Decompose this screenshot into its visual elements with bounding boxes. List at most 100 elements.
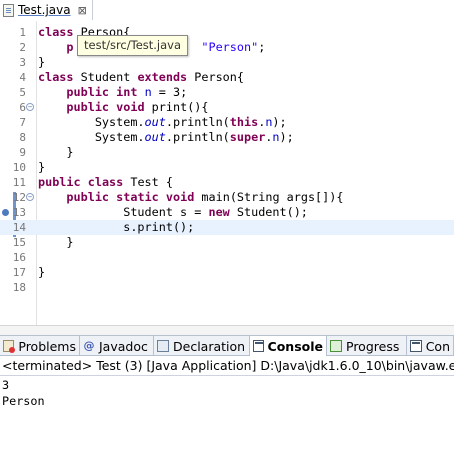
tab-label: Declaration (173, 338, 246, 354)
keyword-token: class (87, 175, 124, 189)
code-text: class Student extends Person{ (38, 70, 244, 85)
tab-label: Con (425, 338, 450, 354)
editor-tab-label: Test.java (18, 3, 71, 17)
keyword-token: public (66, 190, 110, 204)
tab-label: Problems (18, 338, 76, 354)
line-number: 14 (12, 221, 26, 234)
code-token: } (38, 145, 74, 159)
code-token: System. (38, 115, 145, 129)
file-path-tooltip: test/src/Test.java (77, 35, 189, 56)
line-number: 8 (19, 131, 26, 144)
code-token: Person{ (187, 70, 244, 84)
code-line[interactable]: 13 Student s = new Student(); (0, 205, 454, 220)
line-number: 4 (19, 71, 26, 84)
keyword-token: super (229, 130, 266, 144)
keyword-token: class (38, 70, 74, 84)
code-token: .println( (165, 130, 230, 144)
code-token: ); (279, 130, 294, 144)
code-token: ; (258, 40, 266, 54)
code-line[interactable]: 14 s.print(); (0, 220, 454, 235)
code-line[interactable]: 15 } (0, 235, 454, 250)
line-number: 1 (19, 26, 26, 39)
line-number: 6 (19, 101, 26, 114)
keyword-token: this (229, 115, 259, 129)
console-icon (253, 340, 264, 352)
code-text: public class Test { (38, 175, 173, 190)
code-text: } (38, 235, 74, 250)
code-token: ); (272, 115, 287, 129)
code-text: } (38, 160, 45, 175)
code-line[interactable]: 2 p "Person"; (0, 40, 454, 55)
code-line[interactable]: 10} (0, 160, 454, 175)
code-text: System.out.println(this.n); (38, 115, 287, 130)
code-token: print(){ (144, 100, 209, 114)
code-line[interactable]: 5 public int n = 3; (0, 85, 454, 100)
code-token: } (38, 265, 46, 279)
tab-problems[interactable]: Problems (0, 336, 80, 356)
close-icon[interactable]: ⊠ (78, 4, 87, 17)
code-editor[interactable]: 1 class Person{ 2 p "Person"; 3} 4 class Stud… (0, 21, 454, 325)
editor-tab-test-java[interactable]: Test.java ⊠ (0, 0, 93, 20)
tab-label: Console (267, 338, 323, 354)
code-text: public static void main(String args[]){ (38, 190, 343, 205)
tab-console[interactable]: Console (250, 336, 327, 356)
keyword-token: public (66, 85, 110, 99)
code-line[interactable]: 18 (0, 280, 454, 295)
line-number: 9 (19, 146, 26, 159)
code-token: n (144, 85, 152, 99)
code-line[interactable]: 4 class Student extends Person{ (0, 70, 454, 85)
console-output[interactable]: 3 Person (2, 377, 452, 409)
keyword-token: static (116, 190, 159, 204)
code-line[interactable]: 12− public static void main(String args[… (0, 190, 454, 205)
tab-javadoc[interactable]: @ Javadoc (80, 336, 154, 356)
code-line[interactable]: 8 System.out.println(super.n); (0, 130, 454, 145)
keyword-token: class (38, 25, 74, 39)
code-line[interactable]: 7 System.out.println(this.n); (0, 115, 454, 130)
code-token: Student (73, 70, 138, 84)
tab-label: Progress (346, 338, 400, 354)
line-number: 12 (12, 191, 26, 204)
code-line[interactable]: 3} (0, 55, 454, 70)
tab-label: Javadoc (99, 338, 148, 354)
tab-progress[interactable]: Progress (327, 336, 407, 356)
javadoc-icon: @ (83, 339, 95, 352)
code-line[interactable]: 6− public void print(){ (0, 100, 454, 115)
code-token: } (38, 235, 74, 249)
fold-toggle-icon[interactable]: − (26, 193, 34, 201)
keyword-token: void (116, 100, 145, 114)
keyword-token: p (66, 40, 74, 54)
line-number: 5 (19, 86, 26, 99)
code-text: } (38, 145, 74, 160)
line-number: 18 (12, 281, 26, 294)
line-number: 2 (19, 41, 26, 54)
code-line[interactable]: 11 public class Test { (0, 175, 454, 190)
code-text: s.print(); (38, 220, 194, 235)
tab-declaration[interactable]: Declaration (154, 336, 250, 356)
console-header: <terminated> Test (3) [Java Application]… (0, 356, 454, 376)
code-token: n (272, 130, 280, 144)
line-number: 10 (12, 161, 26, 174)
horizontal-scrollbar[interactable] (0, 325, 454, 335)
code-token: .println( (165, 115, 230, 129)
code-text: System.out.println(super.n); (38, 130, 294, 145)
tab-console-2[interactable]: Con (407, 336, 454, 356)
code-line[interactable]: 17} (0, 265, 454, 280)
line-number: 15 (12, 236, 26, 249)
console-line: Person (2, 394, 45, 408)
fold-toggle-icon[interactable]: − (26, 103, 34, 111)
breakpoint-icon[interactable] (2, 209, 9, 216)
code-line[interactable]: 9 } (0, 145, 454, 160)
code-token: out (144, 130, 166, 144)
code-line[interactable]: 1 class Person{ (0, 25, 454, 40)
code-text: } (38, 55, 45, 70)
code-text: } (38, 265, 45, 280)
code-token: Student(); (229, 205, 308, 219)
progress-icon (330, 340, 342, 352)
code-line[interactable]: 16 (0, 250, 454, 265)
line-number: 16 (12, 251, 26, 264)
